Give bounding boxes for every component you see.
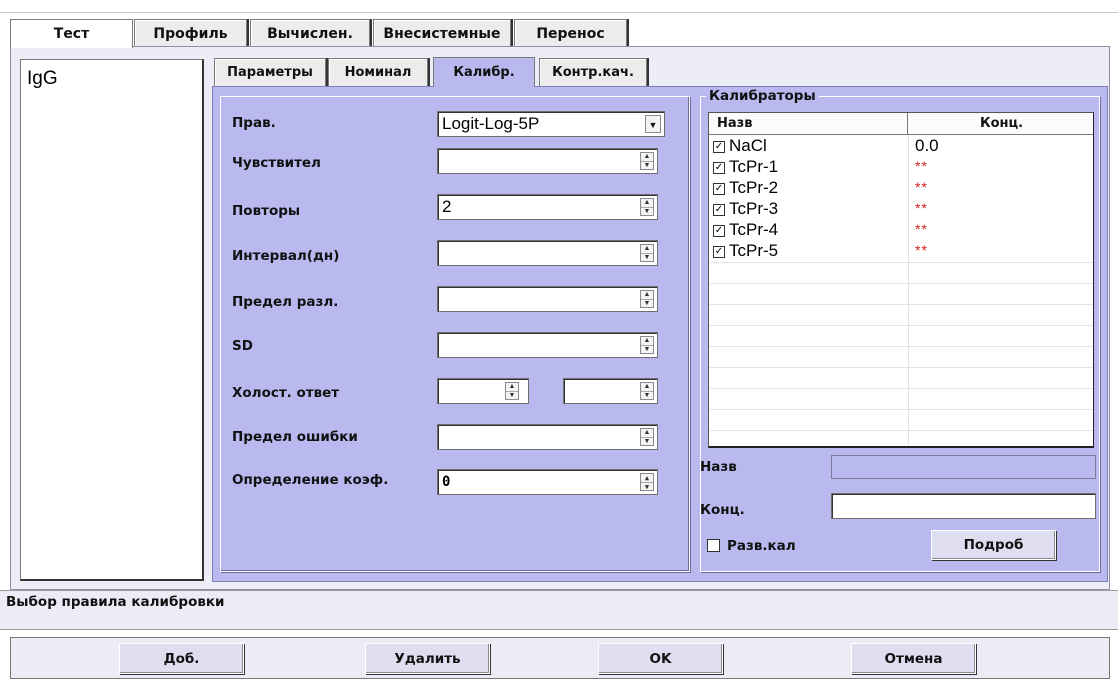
grid-line bbox=[709, 262, 1093, 263]
table-row[interactable]: ✓ NaCl 0.0 bbox=[709, 136, 1093, 157]
grid-line bbox=[709, 304, 1093, 305]
delete-button[interactable]: Удалить bbox=[365, 643, 490, 674]
calibrator-name: TcPr-1 bbox=[729, 157, 779, 176]
calibrator-name: TcPr-4 bbox=[729, 220, 779, 239]
interval-label: Интервал(дн) bbox=[232, 248, 340, 264]
spinner-icon[interactable]: ▲ ▼ bbox=[640, 152, 654, 170]
spinner-icon[interactable]: ▲ ▼ bbox=[640, 244, 654, 262]
rule-label: Прав. bbox=[232, 115, 276, 131]
grid-line bbox=[709, 367, 1093, 368]
tab-transfer[interactable]: Перенос bbox=[514, 19, 627, 47]
tab-calibration[interactable]: Калибр. bbox=[433, 57, 535, 87]
spinner-icon[interactable]: ▲ ▼ bbox=[640, 198, 654, 216]
sensitivity-label: Чувствител bbox=[232, 155, 321, 171]
spinner-icon[interactable]: ▲ ▼ bbox=[640, 382, 654, 400]
row-checkbox[interactable]: ✓ bbox=[713, 225, 725, 237]
coef-value: 0 bbox=[442, 474, 451, 490]
spinner-icon[interactable]: ▲ ▼ bbox=[505, 382, 519, 400]
repeats-field[interactable]: 2 ▲ ▼ bbox=[437, 194, 658, 220]
tab-non-system[interactable]: Внесистемные bbox=[373, 19, 511, 47]
list-item[interactable]: IgG bbox=[27, 68, 58, 90]
blank-response-label: Холост. ответ bbox=[232, 385, 340, 401]
blank-response-field-1[interactable]: ▲ ▼ bbox=[437, 378, 529, 404]
limit-diff-label: Предел разл. bbox=[232, 294, 339, 310]
calibrator-conc: ** bbox=[915, 158, 928, 174]
test-list[interactable]: IgG bbox=[20, 59, 204, 581]
table-row[interactable]: ✓ TcPr-2 ** bbox=[709, 178, 1093, 199]
row-checkbox[interactable]: ✓ bbox=[713, 204, 725, 216]
calibrator-conc: 0.0 bbox=[915, 136, 939, 155]
grid-line bbox=[709, 388, 1093, 389]
grid-line bbox=[709, 430, 1093, 431]
details-button[interactable]: Подроб bbox=[931, 530, 1056, 560]
table-row[interactable]: ✓ TcPr-4 ** bbox=[709, 220, 1093, 241]
cal-name-label: Назв bbox=[700, 459, 737, 475]
spinner-icon[interactable]: ▲ ▼ bbox=[640, 290, 654, 308]
calibrator-name: TcPr-3 bbox=[729, 199, 779, 218]
calibrators-title: Калибраторы bbox=[706, 88, 819, 104]
row-checkbox[interactable]: ✓ bbox=[713, 141, 725, 153]
cal-conc-label: Конц. bbox=[700, 502, 745, 518]
spinner-icon[interactable]: ▲ ▼ bbox=[640, 428, 654, 446]
tab-nominal[interactable]: Номинал bbox=[328, 58, 428, 86]
interval-field[interactable]: ▲ ▼ bbox=[437, 240, 658, 266]
row-checkbox[interactable]: ✓ bbox=[713, 183, 725, 195]
sd-label: SD bbox=[232, 338, 253, 354]
repeats-value: 2 bbox=[442, 197, 452, 216]
error-limit-label: Предел ошибки bbox=[232, 429, 358, 445]
calibrator-conc: ** bbox=[915, 242, 928, 258]
add-button[interactable]: Доб. bbox=[119, 643, 244, 674]
calibrator-conc: ** bbox=[915, 221, 928, 237]
cal-name-field[interactable] bbox=[831, 455, 1096, 479]
sd-field[interactable]: ▲ ▼ bbox=[437, 332, 658, 358]
chevron-down-icon[interactable]: ▼ bbox=[645, 115, 661, 133]
rule-select-value: Logit-Log-5P bbox=[442, 114, 540, 133]
coef-label: Определение коэф. bbox=[232, 472, 389, 488]
status-text: Выбор правила калибровки bbox=[6, 594, 225, 610]
error-limit-field[interactable]: ▲ ▼ bbox=[437, 424, 658, 450]
grid-line bbox=[709, 325, 1093, 326]
grid-line bbox=[709, 409, 1093, 410]
status-bar: Выбор правила калибровки bbox=[0, 590, 1118, 630]
ok-button[interactable]: OK bbox=[598, 643, 723, 674]
blank-response-field-2[interactable]: ▲ ▼ bbox=[563, 378, 658, 404]
column-header-conc[interactable]: Конц. bbox=[908, 113, 1093, 135]
table-row[interactable]: ✓ TcPr-1 ** bbox=[709, 157, 1093, 178]
limit-diff-field[interactable]: ▲ ▼ bbox=[437, 286, 658, 312]
coef-field[interactable]: 0 ▲ ▼ bbox=[437, 469, 658, 495]
sensitivity-field[interactable]: ▲ ▼ bbox=[437, 148, 658, 174]
calibrator-conc: ** bbox=[915, 179, 928, 195]
tab-calculated[interactable]: Вычислен. bbox=[250, 19, 370, 47]
column-header-name[interactable]: Назв bbox=[709, 113, 908, 135]
cancel-button[interactable]: Отмена bbox=[851, 643, 976, 674]
tab-parameters[interactable]: Параметры bbox=[214, 58, 326, 86]
tab-quality-control[interactable]: Контр.кач. bbox=[539, 58, 647, 86]
main-tab-bar: Тест Профиль Вычислен. Внесистемные Пере… bbox=[10, 19, 1110, 48]
spinner-icon[interactable]: ▲ ▼ bbox=[640, 473, 654, 491]
calibrator-name: NaCl bbox=[729, 136, 767, 155]
tab-profile[interactable]: Профиль bbox=[134, 19, 247, 47]
table-row[interactable]: ✓ TcPr-5 ** bbox=[709, 241, 1093, 262]
spinner-icon[interactable]: ▲ ▼ bbox=[640, 336, 654, 354]
dilution-label: Разв.кал bbox=[727, 538, 796, 554]
tab-test[interactable]: Тест bbox=[10, 19, 133, 48]
calibrators-table[interactable]: Назв Конц. ✓ NaCl 0.0 ✓ TcPr-1 ** ✓ TcPr-2 ** ✓ Tc… bbox=[708, 112, 1094, 448]
table-row[interactable]: ✓ TcPr-3 ** bbox=[709, 199, 1093, 220]
row-checkbox[interactable]: ✓ bbox=[713, 162, 725, 174]
grid-line bbox=[709, 283, 1093, 284]
repeats-label: Повторы bbox=[232, 203, 301, 219]
calibrator-name: TcPr-5 bbox=[729, 241, 779, 260]
grid-line bbox=[709, 346, 1093, 347]
calibrator-name: TcPr-2 bbox=[729, 178, 779, 197]
row-checkbox[interactable]: ✓ bbox=[713, 246, 725, 258]
rule-select[interactable]: Logit-Log-5P ▼ bbox=[437, 111, 665, 137]
top-divider bbox=[0, 12, 1118, 13]
calibrator-conc: ** bbox=[915, 200, 928, 216]
dilution-checkbox[interactable] bbox=[707, 539, 720, 552]
cal-conc-field[interactable] bbox=[831, 493, 1096, 519]
